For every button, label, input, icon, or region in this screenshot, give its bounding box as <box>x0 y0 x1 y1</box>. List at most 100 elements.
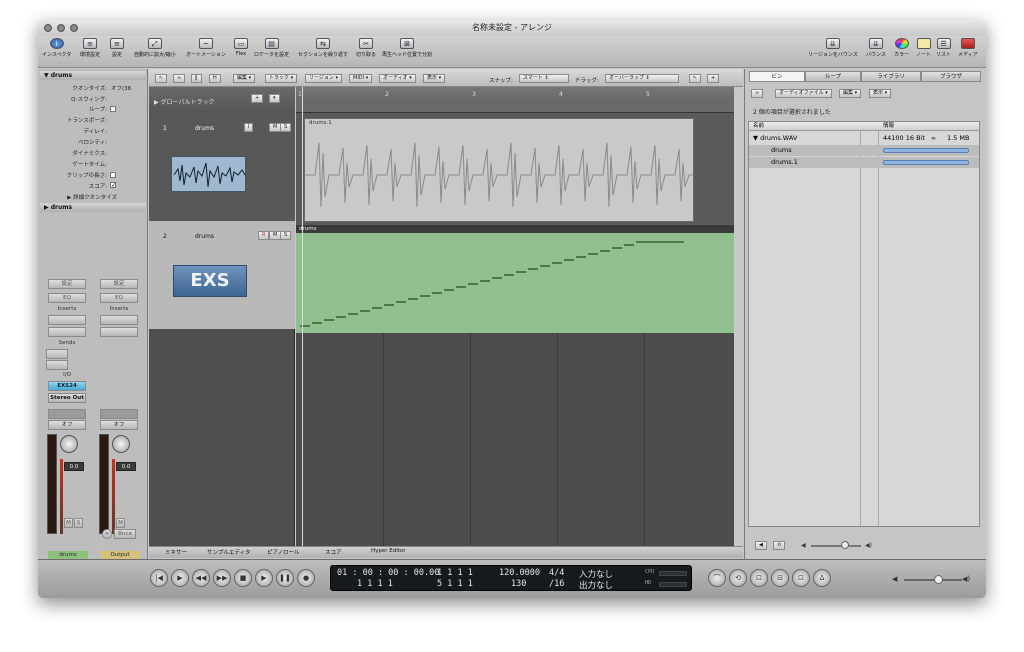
playhead[interactable] <box>302 87 303 546</box>
preview-volume-knob[interactable] <box>841 541 849 549</box>
tab-sample-editor[interactable]: サンプルエディタ <box>207 548 250 556</box>
master-volume-slider[interactable] <box>904 579 962 581</box>
preferences-button[interactable]: ≡ 環境設定 <box>80 38 100 58</box>
output-insert-slot-2[interactable] <box>100 327 138 337</box>
pencil-tool[interactable]: + <box>707 74 720 83</box>
edit-menu[interactable]: 編集 ▾ <box>233 74 256 83</box>
bar-ruler[interactable]: 1 2 3 4 5 <box>296 87 734 113</box>
drag-mode-select[interactable]: オーバーラップ ⇕ <box>605 74 679 83</box>
link-icon[interactable]: ∞ <box>102 529 112 539</box>
tab-library[interactable]: ライブラリ <box>861 71 921 82</box>
instrument-slot[interactable]: EXS24 <box>48 381 86 391</box>
automation-mode-slot[interactable] <box>48 409 86 419</box>
view-menu[interactable]: 表示 ▾ <box>423 74 446 83</box>
cut-button[interactable]: ✂ 切り取る <box>356 38 376 58</box>
output-volume-fader[interactable] <box>99 434 109 534</box>
send-slot-1[interactable] <box>46 349 68 359</box>
volume-readout[interactable]: 0.0 <box>64 462 84 471</box>
tab-loops[interactable]: ループ <box>805 71 861 82</box>
track-1-record-button[interactable]: I <box>244 123 254 132</box>
play-icon[interactable]: ▶ <box>255 569 273 587</box>
replace-icon[interactable]: ⌒ <box>708 569 726 587</box>
set-locators-button[interactable]: ▤ ロケータを設定 <box>254 38 289 58</box>
track-2-solo-button[interactable]: S <box>280 231 292 240</box>
tab-piano-roll[interactable]: ピアノロール <box>267 548 300 556</box>
audio-region[interactable]: drums.1 <box>304 118 694 222</box>
link-button[interactable]: ∞ <box>173 74 186 83</box>
region-inspector-header[interactable]: ▼ drums <box>40 71 146 80</box>
auto-zoom-button[interactable]: ⤢ 自動的に拡大/縮小 <box>134 38 176 58</box>
autopunch-icon[interactable]: ⊡ <box>750 569 768 587</box>
bin-row-file[interactable]: ▼ drums.WAV 44100 16 Bit ∞ 1.5 MB <box>749 133 979 144</box>
bounce-region-button[interactable]: ⇊ リージョンをバウンス <box>808 38 858 58</box>
bounce-strip-button[interactable]: Bnce <box>114 529 136 539</box>
column-info[interactable]: 情報 <box>883 122 894 131</box>
tab-score[interactable]: スコア <box>325 548 342 556</box>
sync-icon[interactable]: ⊡ <box>792 569 810 587</box>
track-menu[interactable]: トラック ▾ <box>265 74 298 83</box>
advanced-quantize-disclosure[interactable]: ▶ 詳細クオンタイズ <box>67 193 117 201</box>
insert-slot-1[interactable] <box>48 315 86 325</box>
automation-button[interactable]: ~ オートメーション <box>186 38 226 58</box>
stop-icon[interactable]: ■ <box>234 569 252 587</box>
track-inspector-header[interactable]: ▶ drums <box>40 203 146 212</box>
global-tracks-row[interactable]: ▶ グローバルトラック + ▾ <box>149 87 295 113</box>
lists-button[interactable]: ☰ リスト <box>936 38 951 58</box>
tab-mixer[interactable]: ミキサー <box>165 548 187 556</box>
track-2-record-button[interactable]: R <box>258 231 270 240</box>
insert-slot-2[interactable] <box>48 327 86 337</box>
bin-view-menu[interactable]: 表示 ▾ <box>869 89 892 98</box>
cycle-icon[interactable]: ⟲ <box>729 569 747 587</box>
color-button[interactable]: カラー <box>894 38 909 58</box>
fast-forward-icon[interactable]: ▶▶ <box>213 569 231 587</box>
notes-button[interactable]: ノート <box>916 38 931 58</box>
go-to-start-icon[interactable]: |◀ <box>150 569 168 587</box>
output-mute-button[interactable]: M <box>116 518 125 528</box>
output-setting-button[interactable]: 設定 <box>100 279 138 289</box>
pause-icon[interactable]: ❚❚ <box>276 569 294 587</box>
split-button[interactable]: ⊠ 再生ヘッド位置で分割 <box>382 38 432 58</box>
mute-button[interactable]: M <box>64 518 73 528</box>
audio-menu[interactable]: オーディオ ▾ <box>379 74 416 83</box>
track-name[interactable]: drums <box>195 125 214 132</box>
output-automation-mode-slot[interactable] <box>100 409 138 419</box>
bin-link-button[interactable]: ∞ <box>751 89 764 98</box>
pointer-tool[interactable]: ↖ <box>689 74 702 83</box>
midi-region[interactable]: drums <box>296 225 734 333</box>
catch-button[interactable]: ‖ <box>191 74 202 83</box>
output-slot[interactable]: Stereo Out <box>48 393 86 403</box>
track-1-solo-button[interactable]: S <box>280 123 292 132</box>
minimize-window-icon[interactable] <box>57 24 65 32</box>
region-menu[interactable]: リージョン ▾ <box>305 74 343 83</box>
bounce-button[interactable]: ⇊ バウンス <box>866 38 886 58</box>
midi-menu[interactable]: MIDI ▾ <box>349 74 373 83</box>
output-insert-slot-1[interactable] <box>100 315 138 325</box>
column-name[interactable]: 名前 <box>753 122 764 131</box>
zoom-window-icon[interactable] <box>70 24 78 32</box>
flex-button[interactable]: ▭ Flex <box>234 38 248 57</box>
volume-fader[interactable] <box>47 434 57 534</box>
tab-bin[interactable]: ビン <box>749 71 805 82</box>
record-icon[interactable]: ● <box>297 569 315 587</box>
solo-button[interactable]: S <box>74 518 83 528</box>
bin-row-region[interactable]: drums.1 <box>749 157 979 168</box>
output-eq-button[interactable]: EQ <box>100 293 138 303</box>
track-header-1[interactable]: 1 drums I M S <box>149 113 295 221</box>
pan-knob[interactable] <box>60 435 78 453</box>
setting-button[interactable]: 設定 <box>48 279 86 289</box>
bin-row-region[interactable]: drums <box>749 145 979 156</box>
automation-off-button[interactable]: オフ <box>48 420 86 430</box>
eq-button[interactable]: EQ <box>48 293 86 303</box>
metronome-icon[interactable]: Δ <box>813 569 831 587</box>
hide-button[interactable]: H <box>209 74 221 83</box>
score-checkbox[interactable]: ✓ <box>110 182 116 189</box>
bin-loop-button[interactable]: ⟲ <box>773 541 786 550</box>
transport-display[interactable]: 01 : 00 : 00 : 00.00 1 1 1 1 1 1 1 1 5 1… <box>330 565 692 591</box>
output-automation-off-button[interactable]: オフ <box>100 420 138 430</box>
audio-file-menu[interactable]: オーディオファイル ▾ <box>775 89 832 98</box>
add-track-button[interactable]: + <box>251 94 264 103</box>
repeat-section-button[interactable]: ⇆ セクションを繰り返す <box>298 38 348 58</box>
rewind-icon[interactable]: ◀◀ <box>192 569 210 587</box>
send-slot-2[interactable] <box>46 360 68 370</box>
quantize-value[interactable]: オフ(38 <box>111 84 131 92</box>
